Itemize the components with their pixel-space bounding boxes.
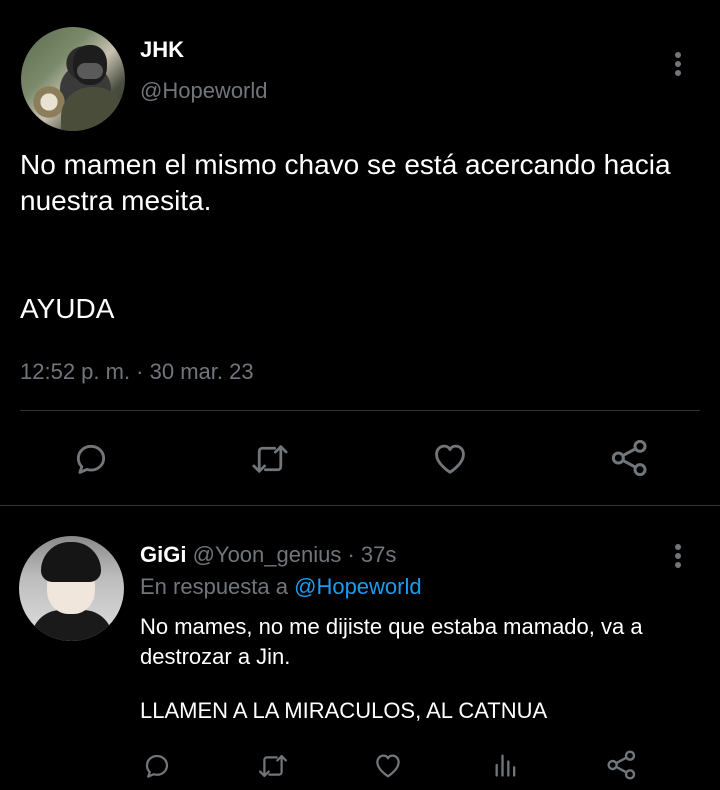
more-options-icon[interactable]	[673, 544, 683, 571]
more-options-icon[interactable]	[673, 52, 683, 79]
reply-to-link[interactable]: @Hopeworld	[294, 574, 422, 599]
avatar[interactable]	[21, 27, 125, 131]
reply-icon[interactable]	[142, 751, 172, 781]
divider	[20, 410, 700, 411]
author-handle-time[interactable]: @Yoon_genius · 37s	[193, 542, 397, 567]
share-icon[interactable]	[610, 438, 650, 478]
divider	[0, 505, 720, 506]
tweet-timestamp[interactable]: 12:52 p. m. · 30 mar. 23	[20, 359, 254, 385]
author-name[interactable]: GiGi	[140, 542, 186, 567]
like-icon[interactable]	[373, 751, 403, 779]
retweet-icon[interactable]	[250, 442, 290, 476]
tweet-text-line: AYUDA	[20, 293, 115, 324]
share-icon[interactable]	[606, 749, 638, 781]
reply-icon[interactable]	[72, 440, 110, 478]
tweet-text-line: LLAMEN A LA MIRACULOS, AL CATNUA	[140, 698, 548, 723]
avatar-photo-detail	[61, 87, 125, 131]
author-name[interactable]: JHK	[140, 37, 184, 63]
author-handle[interactable]: @Hopeworld	[140, 78, 268, 104]
avatar-photo-detail	[31, 610, 113, 641]
stats-icon[interactable]	[492, 751, 520, 779]
tweet-text: No mames, no me dijiste que estaba mamad…	[140, 614, 643, 669]
reply-prefix: En respuesta a	[140, 574, 288, 599]
avatar-photo-detail	[41, 542, 101, 582]
like-icon[interactable]	[431, 440, 469, 476]
retweet-icon[interactable]	[257, 752, 289, 780]
reply-header: GiGi @Yoon_genius · 37s	[140, 542, 396, 568]
reply-context: En respuesta a @Hopeworld	[140, 574, 422, 600]
tweet-text: No mamen el mismo chavo se está acercand…	[20, 149, 671, 216]
avatar-photo-detail	[77, 63, 103, 79]
main-tweet[interactable]: JHK @Hopeworld No mamen el mismo chavo s…	[0, 0, 720, 505]
avatar[interactable]	[19, 536, 124, 641]
